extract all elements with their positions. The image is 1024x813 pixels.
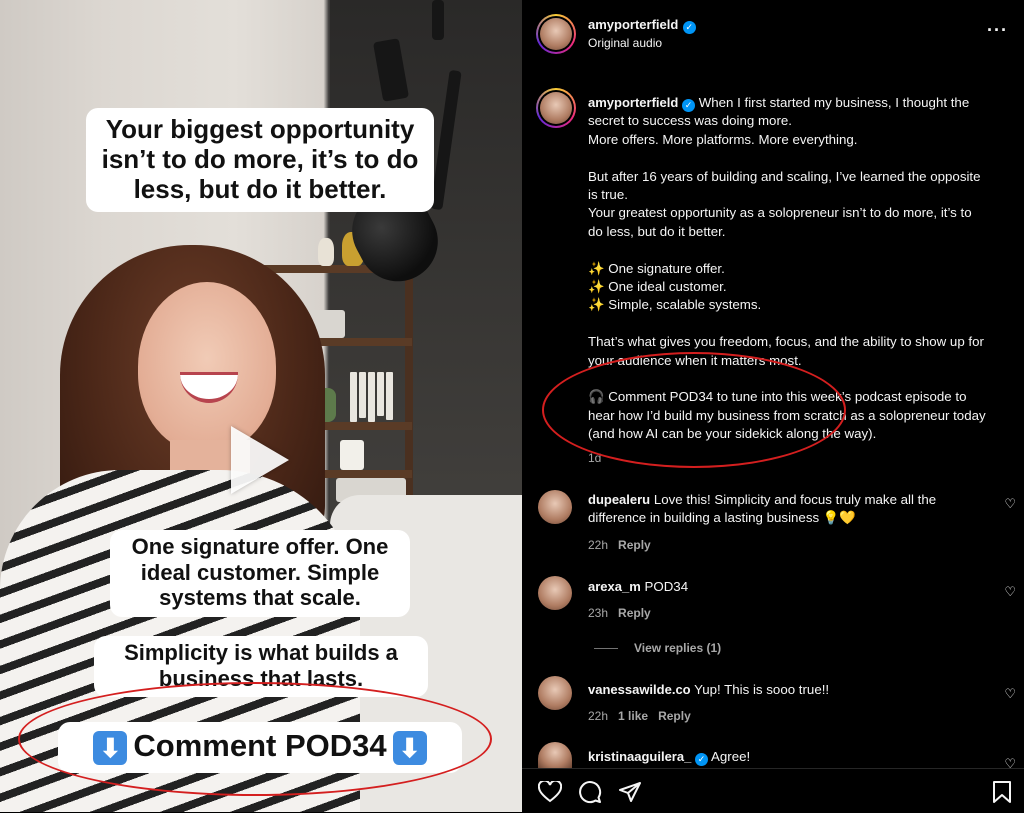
- caption-middle: One signature offer. One ideal customer.…: [110, 530, 410, 617]
- comment-icon[interactable]: [578, 780, 602, 804]
- caption-username[interactable]: amyporterfield: [588, 95, 678, 110]
- caption-line: secret to success was doing more.: [588, 113, 792, 129]
- annotation-oval: [542, 352, 846, 468]
- replies-divider: [594, 648, 618, 649]
- commenter-avatar[interactable]: [538, 490, 572, 524]
- comment-meta: 23h Reply: [588, 606, 651, 620]
- avatar[interactable]: [540, 92, 572, 124]
- comment-username[interactable]: dupealeru: [588, 492, 650, 507]
- comment: arexa_m POD34: [588, 578, 688, 596]
- comment: dupealeru Love this! Simplicity and focu…: [588, 491, 988, 528]
- comment-text: Yup! This is sooo true!!: [694, 682, 830, 697]
- avatar[interactable]: [540, 18, 572, 50]
- more-options-icon[interactable]: ···: [987, 20, 1008, 41]
- commenter-avatar[interactable]: [538, 676, 572, 710]
- annotation-oval: [18, 682, 492, 796]
- comment: kristinaaguilera_ ✓ Agree!: [588, 748, 750, 766]
- comment-like-icon[interactable]: ♡: [1004, 496, 1016, 512]
- story-ring[interactable]: [536, 88, 576, 128]
- comment-text: POD34: [644, 579, 689, 594]
- comment-username[interactable]: vanessawilde.co: [588, 682, 691, 697]
- caption-line: do less, but do it better.: [588, 223, 726, 239]
- play-icon[interactable]: [231, 426, 289, 494]
- verified-icon: ✓: [682, 21, 696, 34]
- comment: vanessawilde.co Yup! This is sooo true!!: [588, 681, 829, 699]
- caption-top: Your biggest opportunity isn’t to do mor…: [86, 108, 434, 213]
- audio-label[interactable]: Original audio: [588, 36, 662, 50]
- reply-button[interactable]: Reply: [658, 709, 691, 723]
- caption-line: That’s what gives you freedom, focus, an…: [588, 334, 984, 350]
- caption-line: ✨ One ideal customer.: [588, 279, 727, 295]
- comment-text: Agree!: [711, 749, 751, 764]
- comment-text: difference in building a lasting busines…: [588, 510, 856, 526]
- caption-line: is true.: [588, 187, 628, 203]
- comment-username[interactable]: kristinaaguilera_: [588, 749, 691, 764]
- header-username[interactable]: amyporterfield: [588, 17, 678, 32]
- heart-icon[interactable]: [538, 781, 562, 803]
- reply-button[interactable]: Reply: [618, 606, 651, 620]
- photo-frame: [340, 440, 364, 470]
- caption-line: ✨ One signature offer.: [588, 260, 725, 276]
- comment-meta: 22h 1 like Reply: [588, 709, 691, 723]
- bookmark-icon[interactable]: [992, 780, 1012, 804]
- share-icon[interactable]: [618, 781, 642, 803]
- comment-text: Love this! Simplicity and focus truly ma…: [653, 492, 937, 507]
- verified-icon: ✓: [695, 753, 709, 766]
- comment-meta: 22h Reply: [588, 538, 651, 552]
- mic-arm: [432, 0, 444, 40]
- caption-line: Your greatest opportunity as a soloprene…: [588, 205, 972, 221]
- caption-line: ✨ Simple, scalable systems.: [588, 297, 762, 313]
- vase: [318, 238, 334, 266]
- comment-time: 23h: [588, 606, 609, 620]
- comment-like-icon[interactable]: ♡: [1004, 584, 1016, 600]
- post-panel: amyporterfield ✓ Original audio ··· amyp…: [522, 0, 1024, 813]
- caption-line: More offers. More platforms. More everyt…: [588, 131, 858, 147]
- reply-button[interactable]: Reply: [618, 538, 651, 552]
- caption-line: When I first started my business, I thou…: [698, 95, 970, 110]
- comment-like-icon[interactable]: ♡: [1004, 686, 1016, 702]
- comment-time: 22h: [588, 538, 609, 552]
- books: [350, 372, 393, 422]
- comment-username[interactable]: arexa_m: [588, 579, 641, 594]
- comment-likes[interactable]: 1 like: [618, 709, 648, 723]
- commenter-avatar[interactable]: [538, 742, 572, 768]
- verified-icon: ✓: [682, 99, 696, 112]
- story-ring[interactable]: [536, 14, 576, 54]
- commenter-avatar[interactable]: [538, 576, 572, 610]
- comment-time: 22h: [588, 709, 609, 723]
- view-replies-button[interactable]: View replies (1): [634, 641, 721, 655]
- action-bar: [522, 768, 1024, 813]
- header-user: amyporterfield ✓: [588, 16, 696, 34]
- reel-video[interactable]: Your biggest opportunity isn’t to do mor…: [0, 0, 522, 812]
- caption-line: But after 16 years of building and scali…: [588, 168, 981, 184]
